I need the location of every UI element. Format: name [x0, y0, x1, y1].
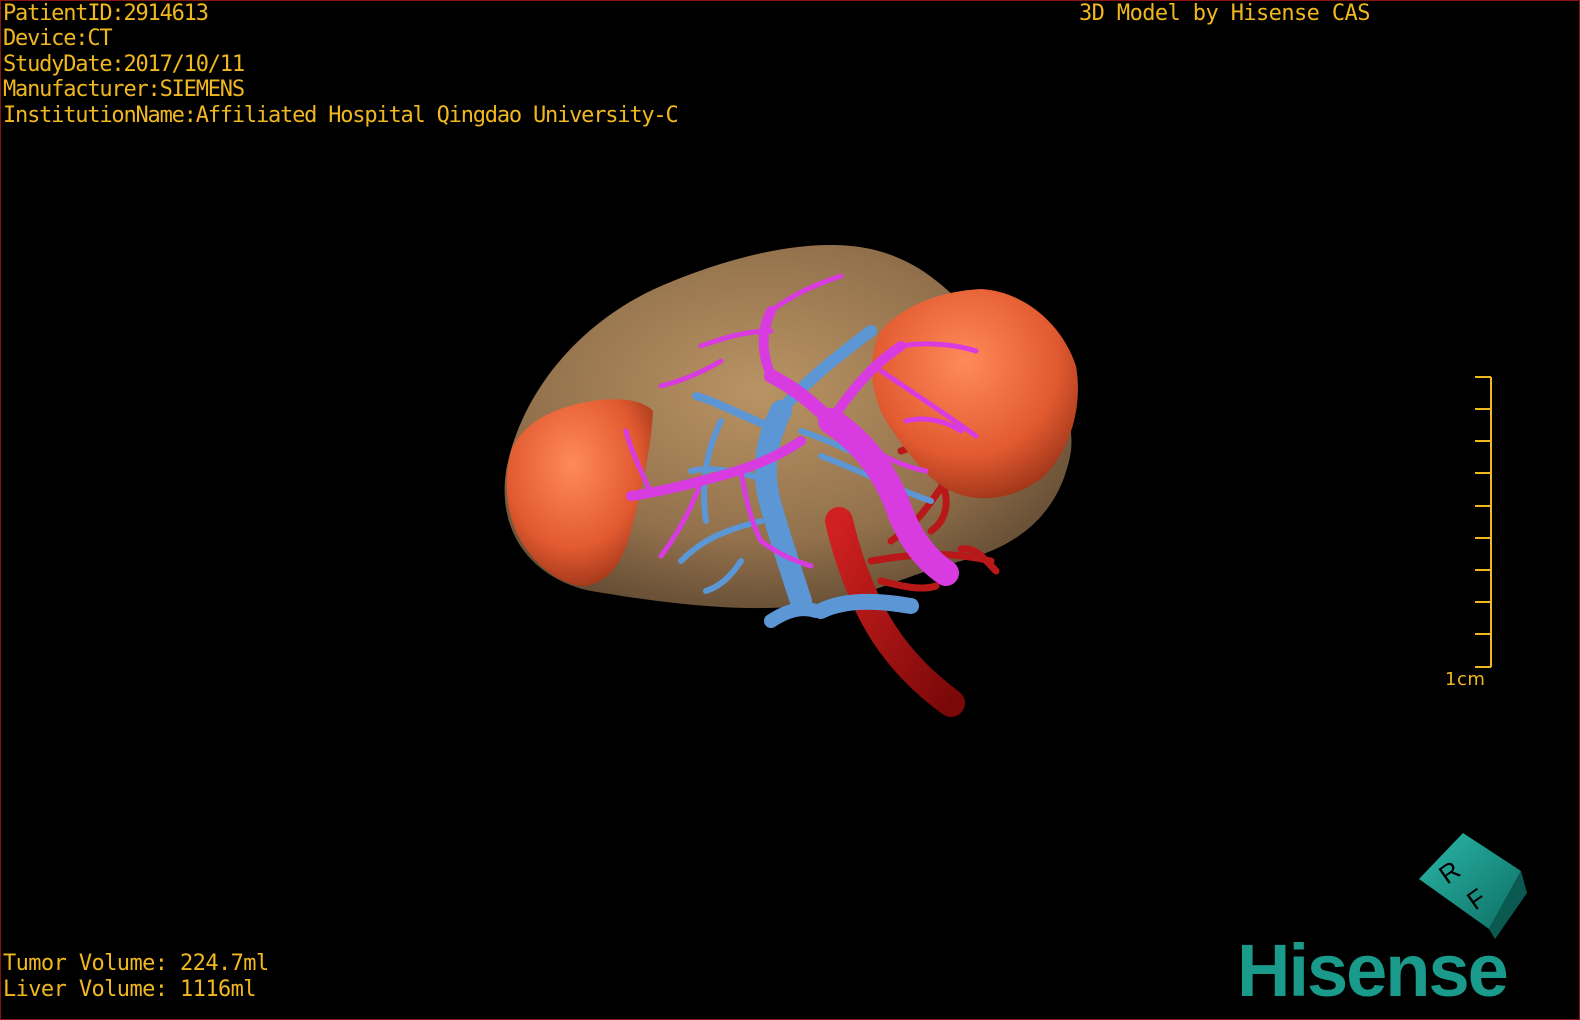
orientation-cube-icon[interactable]: R F: [1419, 833, 1527, 939]
liver-3d-model[interactable]: R F: [1, 1, 1580, 1020]
manufacturer-text: Manufacturer:SIEMENS: [3, 77, 245, 103]
scale-bar-label: 1cm: [1445, 669, 1486, 690]
dicom-info: PatientID:2914613 Device:CT StudyDate:20…: [3, 1, 679, 128]
institution-text: InstitutionName:Affiliated Hospital Qing…: [3, 102, 679, 128]
tumor-volume-text: Tumor Volume: 224.7ml: [3, 951, 269, 976]
patient-id-text: PatientID:2914613: [3, 1, 209, 26]
study-date-text: StudyDate:2017/10/11: [3, 51, 245, 77]
device-text: Device:CT: [3, 26, 113, 52]
model-credit: 3D Model by Hisense CAS: [1079, 1, 1370, 26]
volume-readout: Tumor Volume: 224.7ml Liver Volume: 1116…: [3, 951, 269, 1003]
hisense-logo: Hisense: [1237, 929, 1509, 1012]
3d-viewport[interactable]: R F PatientID:2914613 Device:CT StudyDat…: [0, 0, 1580, 1020]
liver-volume-text: Liver Volume: 1116ml: [3, 977, 257, 1002]
scale-bar: [1475, 376, 1492, 668]
